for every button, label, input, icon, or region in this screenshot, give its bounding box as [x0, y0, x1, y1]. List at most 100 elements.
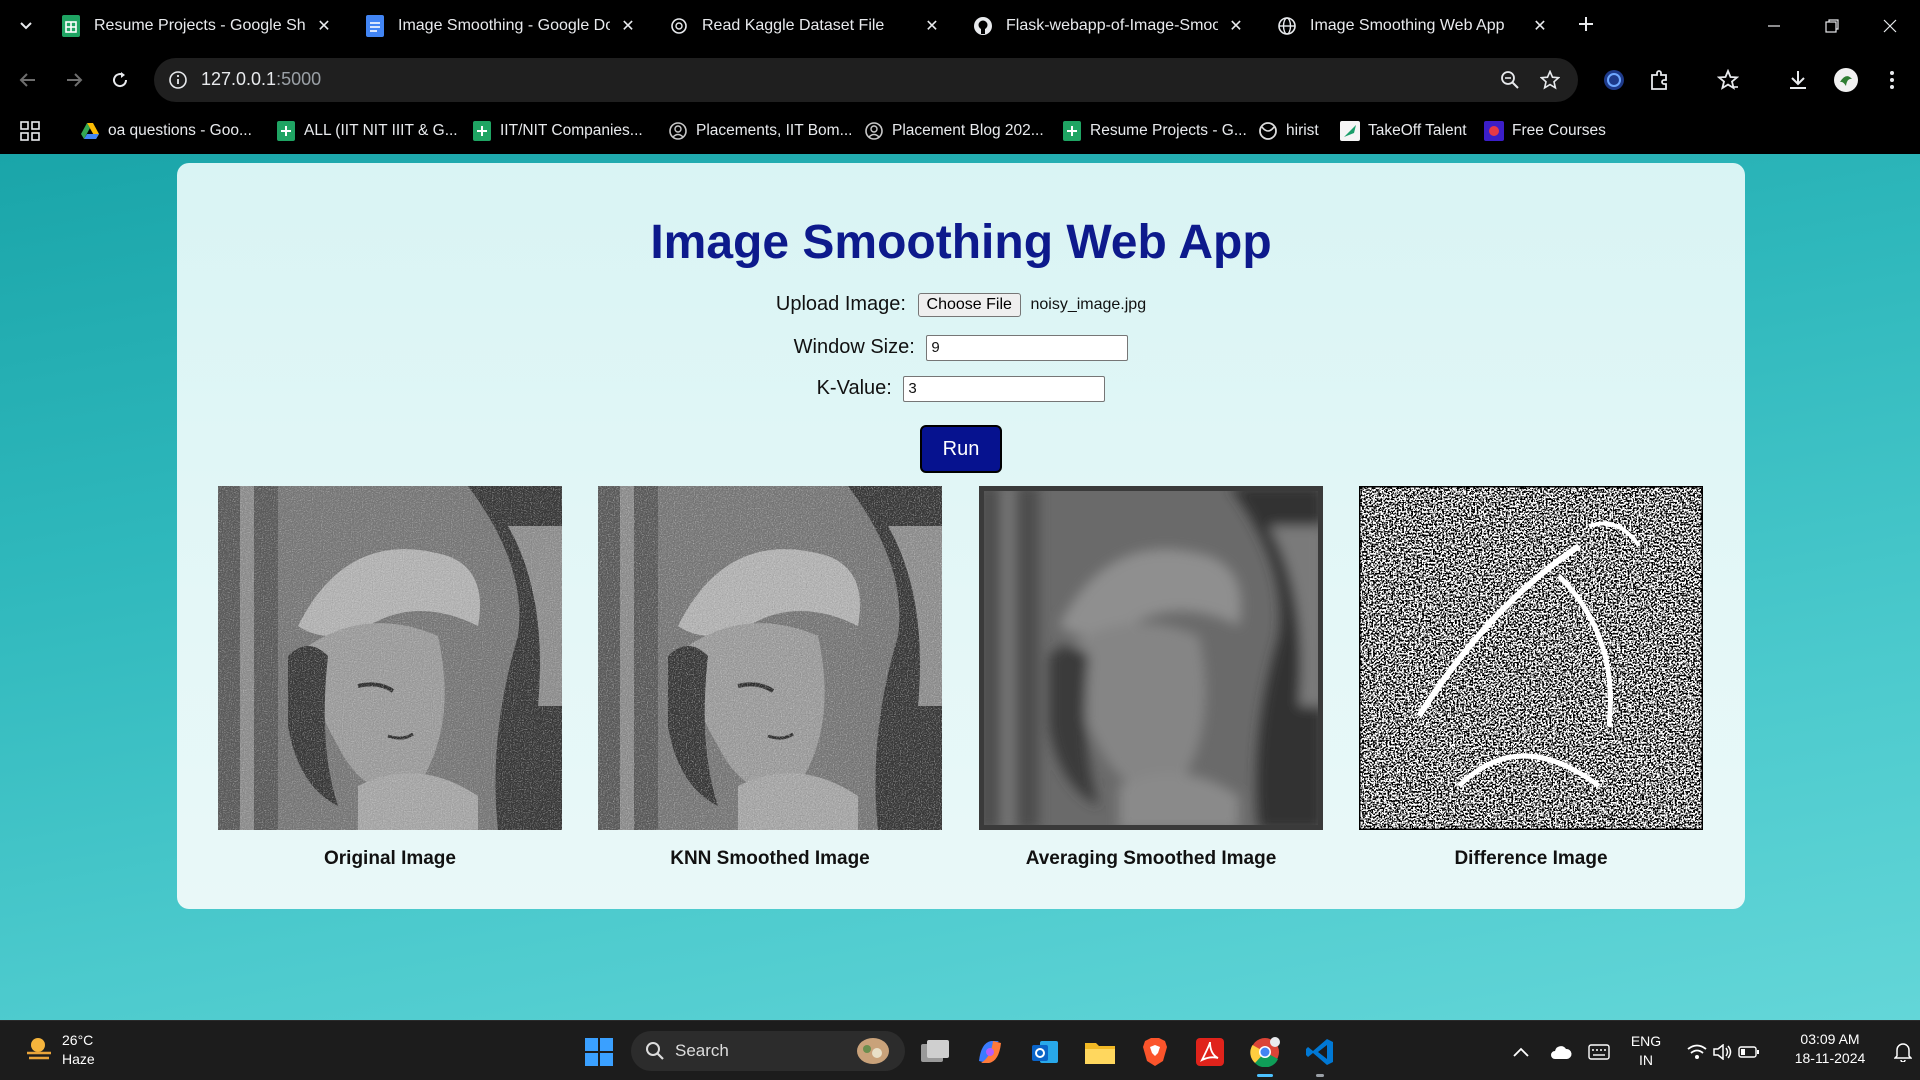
- window-size-label: Window Size:: [793, 336, 915, 359]
- site-info-icon[interactable]: [166, 68, 190, 92]
- address-bar[interactable]: 127.0.0.1:5000: [154, 58, 1578, 102]
- tab-image-smoothing-doc[interactable]: Image Smoothing - Google Doc ✕: [364, 8, 644, 44]
- tab-title: Resume Projects - Google Shee: [94, 17, 306, 34]
- result-caption: Original Image: [324, 848, 456, 869]
- tab-resume-projects[interactable]: Resume Projects - Google Shee ✕: [60, 8, 340, 44]
- running-indicator: [1257, 1074, 1273, 1077]
- chrome-icon[interactable]: [1248, 1035, 1282, 1077]
- seal-icon: [668, 121, 688, 141]
- chatgpt-icon: [668, 15, 690, 37]
- bookmark-free-courses[interactable]: Free Courses: [1484, 116, 1606, 146]
- bookmark-takeoff-talent[interactable]: TakeOff Talent: [1340, 116, 1467, 146]
- bookmarks-bar: oa questions - Goo... ALL (IIT NIT IIIT …: [0, 108, 1920, 154]
- extension-blue-icon[interactable]: [1600, 66, 1628, 94]
- window-size-input[interactable]: 9: [926, 335, 1129, 361]
- clock-time: 03:09 AM: [1800, 1031, 1860, 1047]
- profile-avatar[interactable]: [1832, 66, 1860, 94]
- task-view-icon[interactable]: [918, 1035, 952, 1069]
- reading-list-star-icon[interactable]: [1714, 66, 1742, 94]
- minimize-icon[interactable]: [1760, 12, 1788, 40]
- bookmark-placement-blog[interactable]: Placement Blog 202...: [864, 116, 1044, 146]
- restore-icon[interactable]: [1818, 12, 1846, 40]
- tab-kaggle[interactable]: Read Kaggle Dataset File ✕: [668, 8, 948, 44]
- result-caption: KNN Smoothed Image: [670, 848, 870, 869]
- zoom-icon[interactable]: [1498, 68, 1522, 92]
- bookmark-all-iit-nit[interactable]: ALL (IIT NIT IIIT & G...: [276, 116, 458, 146]
- upload-label: Upload Image:: [775, 293, 906, 316]
- result-caption: Averaging Smoothed Image: [1025, 848, 1277, 869]
- extensions-puzzle-icon[interactable]: [1646, 66, 1674, 94]
- bookmark-star-icon[interactable]: [1538, 68, 1562, 92]
- tab-title: Flask-webapp-of-Image-Smoot: [1006, 17, 1218, 34]
- clock[interactable]: 03:09 AM 18-11-2024: [1778, 1030, 1882, 1068]
- close-icon[interactable]: ✕: [1530, 16, 1550, 36]
- k-value-input[interactable]: 3: [903, 376, 1106, 402]
- close-icon[interactable]: ✕: [618, 16, 638, 36]
- windows-start-icon[interactable]: [582, 1035, 616, 1069]
- notification-bell-icon[interactable]: [1892, 1041, 1914, 1063]
- new-tab-plus-icon[interactable]: [1574, 12, 1598, 36]
- reload-icon[interactable]: [106, 66, 134, 94]
- choose-file-button[interactable]: Choose File: [917, 293, 1021, 317]
- tab-search-chevron-icon[interactable]: [14, 14, 38, 38]
- clock-date: 18-11-2024: [1794, 1050, 1866, 1066]
- seal-icon: [864, 121, 884, 141]
- keyboard-icon[interactable]: [1588, 1041, 1610, 1063]
- cloud-icon[interactable]: [1550, 1041, 1572, 1063]
- back-arrow-icon[interactable]: [14, 66, 42, 94]
- acrobat-reader-icon[interactable]: [1193, 1035, 1227, 1069]
- original-image: [218, 486, 562, 830]
- apps-grid-icon[interactable]: [20, 116, 40, 146]
- wifi-icon[interactable]: [1686, 1041, 1708, 1063]
- hirist-icon: [1258, 121, 1278, 141]
- brave-browser-icon[interactable]: [1138, 1035, 1172, 1069]
- github-icon: [972, 15, 994, 37]
- google-sheets-icon: [472, 121, 492, 141]
- tab-title: Image Smoothing Web App: [1310, 17, 1505, 34]
- tab-title: Image Smoothing - Google Doc: [398, 17, 610, 34]
- bookmark-oa-questions[interactable]: oa questions - Goo...: [80, 116, 252, 146]
- battery-icon[interactable]: [1738, 1041, 1760, 1063]
- outlook-icon[interactable]: [1028, 1035, 1062, 1069]
- language-indicator[interactable]: ENG IN: [1624, 1032, 1668, 1070]
- close-icon[interactable]: ✕: [1226, 16, 1246, 36]
- search-icon: [645, 1041, 665, 1061]
- courses-icon: [1484, 121, 1504, 141]
- haze-weather-icon: [24, 1033, 54, 1068]
- difference-image: [1359, 486, 1703, 830]
- taskbar-search[interactable]: Search: [631, 1031, 905, 1071]
- weather-condition: Haze: [62, 1051, 95, 1067]
- averaging-smoothed-image: [979, 486, 1323, 830]
- weather-widget[interactable]: 26°C Haze: [24, 1031, 95, 1069]
- chevron-up-icon[interactable]: [1510, 1041, 1532, 1063]
- temperature: 26°C: [62, 1032, 94, 1048]
- google-drive-icon: [80, 121, 100, 141]
- forward-arrow-icon[interactable]: [60, 66, 88, 94]
- running-indicator: [1316, 1074, 1324, 1077]
- windows-taskbar: 26°C Haze Search ENG IN 03:09 AM 18-11-2…: [0, 1020, 1920, 1080]
- upload-row: Upload Image: Choose File noisy_image.jp…: [177, 293, 1745, 317]
- tab-github[interactable]: Flask-webapp-of-Image-Smoot ✕: [972, 8, 1252, 44]
- close-icon[interactable]: ✕: [922, 16, 942, 36]
- volume-icon[interactable]: [1712, 1041, 1734, 1063]
- file-explorer-icon[interactable]: [1083, 1035, 1117, 1069]
- search-highlight-icon: [855, 1035, 891, 1072]
- close-window-icon[interactable]: [1876, 12, 1904, 40]
- tab-image-smoothing-app[interactable]: Image Smoothing Web App ✕: [1276, 8, 1556, 44]
- result-difference: Difference Image: [1359, 486, 1703, 870]
- page-viewport: Image Smoothing Web App Upload Image: Ch…: [0, 154, 1920, 1020]
- page-title: Image Smoothing Web App: [650, 216, 1272, 269]
- vscode-icon[interactable]: [1303, 1035, 1337, 1077]
- k-value-label: K-Value:: [816, 377, 892, 400]
- run-button[interactable]: Run: [920, 425, 1002, 473]
- menu-kebab-icon[interactable]: [1878, 66, 1906, 94]
- result-original: Original Image: [218, 486, 562, 870]
- k-value-row: K-Value: 3: [177, 376, 1745, 402]
- copilot-icon[interactable]: [973, 1035, 1007, 1069]
- download-icon[interactable]: [1784, 66, 1812, 94]
- bookmark-iit-nit-companies[interactable]: IIT/NIT Companies...: [472, 116, 643, 146]
- bookmark-hirist[interactable]: hirist: [1258, 116, 1319, 146]
- bookmark-resume-projects[interactable]: Resume Projects - G...: [1062, 116, 1247, 146]
- bookmark-placements-iit-bom[interactable]: Placements, IIT Bom...: [668, 116, 853, 146]
- close-icon[interactable]: ✕: [314, 16, 334, 36]
